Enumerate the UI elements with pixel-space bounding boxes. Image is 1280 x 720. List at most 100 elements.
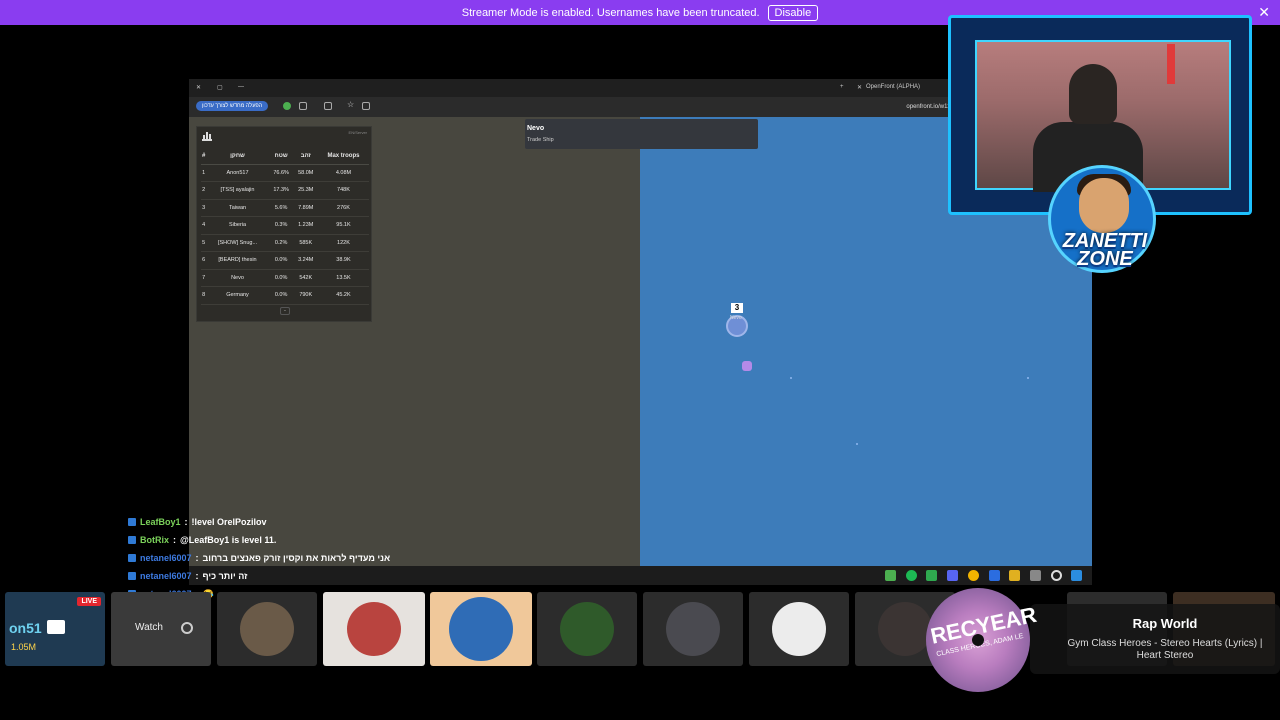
col-gold[interactable]: זהב xyxy=(293,149,318,165)
profile-icon[interactable] xyxy=(283,102,291,110)
app-icon[interactable] xyxy=(989,570,1000,581)
minimize-icon[interactable]: — xyxy=(238,84,244,90)
live-stream-tile[interactable]: LIVE on51 1.05M xyxy=(5,592,105,666)
gold-cell: 585K xyxy=(293,234,318,252)
gold-cell: 58.0M xyxy=(293,164,318,182)
collapse-button[interactable]: - xyxy=(280,307,290,315)
restore-icon[interactable]: ▢ xyxy=(217,84,223,91)
site-info-icon[interactable] xyxy=(362,102,370,110)
chat-username[interactable]: LeafBoy1 xyxy=(140,517,181,527)
avatar xyxy=(560,602,614,656)
avatar xyxy=(772,602,826,656)
territory-cell: 0.0% xyxy=(268,269,294,287)
troops-cell: 13.5K xyxy=(317,269,369,287)
participant-tile[interactable] xyxy=(217,592,317,666)
app-icon[interactable] xyxy=(885,570,896,581)
close-icon[interactable]: ✕ xyxy=(1258,4,1270,21)
leaderboard-panel: EN/Server # שחקן שטח זהב Max troops 1 Ano… xyxy=(196,126,372,322)
participant-tile[interactable] xyxy=(430,592,532,666)
player-cell: [SHOW] Snug... xyxy=(206,234,269,252)
start-icon[interactable] xyxy=(1071,570,1082,581)
troops-cell: 122K xyxy=(317,234,369,252)
player-cell: Anon517 xyxy=(206,164,269,182)
server-tag: EN/Server xyxy=(348,130,367,135)
screen-share-icon[interactable] xyxy=(47,620,65,634)
tooltip-unit-type: Trade Ship xyxy=(527,137,554,143)
ocean-marker xyxy=(790,377,792,379)
star-icon[interactable]: ☆ xyxy=(347,100,355,109)
gold-cell: 25.3M xyxy=(293,181,318,200)
participant-tile[interactable] xyxy=(537,592,637,666)
chat-username[interactable]: BotRix xyxy=(140,535,169,545)
troops-cell: 95.1K xyxy=(317,216,369,235)
leaderboard-row[interactable]: 1 Anon517 76.6% 58.0M 4.08M xyxy=(201,164,369,182)
background-lamp xyxy=(1167,44,1175,84)
chat-username[interactable]: netanel6007 xyxy=(140,553,192,563)
xbox-icon[interactable] xyxy=(926,570,937,581)
menu-icon[interactable] xyxy=(299,102,307,110)
territory-cell: 0.0% xyxy=(268,251,294,270)
chat-message: LeafBoy1: !level OrelPozilov xyxy=(128,513,688,531)
discord-icon[interactable] xyxy=(947,570,958,581)
avatar xyxy=(449,597,513,661)
search-icon[interactable] xyxy=(1051,570,1062,581)
chat-message: netanel6007: זה יותר כיף xyxy=(128,567,688,585)
logo-text-2: ZONE xyxy=(1077,248,1133,270)
tile-overlay-text: on51 xyxy=(9,620,42,636)
participant-tile[interactable] xyxy=(323,592,425,666)
chat-text: @LeafBoy1 is level 11. xyxy=(180,535,277,545)
new-tab-icon[interactable]: + xyxy=(840,84,844,90)
chat-separator: : xyxy=(173,535,176,545)
url-field[interactable]: openfront.io/w11/ xyxy=(906,104,952,110)
chrome-icon[interactable] xyxy=(968,570,979,581)
chat-separator: : xyxy=(195,571,199,581)
tab-title[interactable]: OpenFront (ALPHA) xyxy=(866,84,920,90)
territory-cell: 17.3% xyxy=(268,181,294,200)
trade-ship-unit[interactable] xyxy=(742,361,752,371)
streamer-head xyxy=(1069,64,1117,124)
troops-cell: 45.2K xyxy=(317,286,369,305)
tab-close-icon[interactable]: ✕ xyxy=(857,84,862,91)
gold-cell: 542K xyxy=(293,269,318,287)
leaderboard-row[interactable]: 7 Nevo 0.0% 542K 13.5K xyxy=(201,269,369,287)
col-territory[interactable]: שטח xyxy=(268,149,294,165)
now-playing-title: Rap World xyxy=(1132,616,1198,631)
chat-text: !level OrelPozilov xyxy=(191,517,267,527)
chat-separator: : xyxy=(195,553,199,563)
leaderboard-row[interactable]: 6 [BEARD] thesin 0.0% 3.24M 38.9K xyxy=(201,251,369,270)
chat-username[interactable]: netanel6007 xyxy=(140,571,192,581)
update-pill[interactable]: הפעלה מחדש לצורך עדכון xyxy=(196,101,269,111)
platform-badge-icon xyxy=(128,554,136,562)
platform-badge-icon xyxy=(128,518,136,526)
close-window-icon[interactable]: ✕ xyxy=(196,84,201,91)
gold-cell: 7.89M xyxy=(293,199,318,217)
col-max-troops[interactable]: Max troops xyxy=(317,149,369,165)
folder-icon[interactable] xyxy=(1009,570,1020,581)
watch-button[interactable]: Watch xyxy=(135,622,163,633)
bar-chart-icon[interactable] xyxy=(202,132,212,141)
territory-cell: 0.3% xyxy=(268,216,294,235)
now-playing-widget: Rap World Gym Class Heroes - Stereo Hear… xyxy=(1030,604,1280,674)
leaderboard-row[interactable]: 5 [SHOW] Snug... 0.2% 585K 122K xyxy=(201,234,369,252)
participant-tile[interactable] xyxy=(643,592,743,666)
disable-button[interactable]: Disable xyxy=(767,4,819,21)
spotify-icon[interactable] xyxy=(906,570,917,581)
zoom-icon[interactable] xyxy=(181,622,193,634)
troops-cell: 748K xyxy=(317,181,369,200)
leaderboard-row[interactable]: 3 Taiwan 5.6% 7.89M 276K xyxy=(201,199,369,217)
leaderboard-row[interactable]: 2 [TSS] ayalajin 17.3% 25.3M 748K xyxy=(201,181,369,200)
territory-cell: 76.6% xyxy=(268,164,294,182)
player-cell: [BEARD] thesin xyxy=(206,251,269,270)
album-art: RECYEAR CLASS HEROES, ADAM LE xyxy=(926,588,1039,692)
ocean-marker xyxy=(1027,377,1029,379)
store-icon[interactable] xyxy=(1030,570,1041,581)
participant-tile[interactable] xyxy=(749,592,849,666)
banner-text: Streamer Mode is enabled. Usernames have… xyxy=(461,6,760,19)
troops-cell: 4.08M xyxy=(317,164,369,182)
leaderboard-row[interactable]: 8 Germany 0.0% 790K 45.2K xyxy=(201,286,369,305)
player-cell: Taiwan xyxy=(206,199,269,217)
extensions-icon[interactable] xyxy=(324,102,332,110)
col-player[interactable]: שחקן xyxy=(206,149,269,165)
chat-text: אני מעדיף לראות את וקסין זורק פאנצים ברח… xyxy=(202,553,391,563)
leaderboard-row[interactable]: 4 Siberia 0.3% 1.23M 95.1K xyxy=(201,216,369,235)
